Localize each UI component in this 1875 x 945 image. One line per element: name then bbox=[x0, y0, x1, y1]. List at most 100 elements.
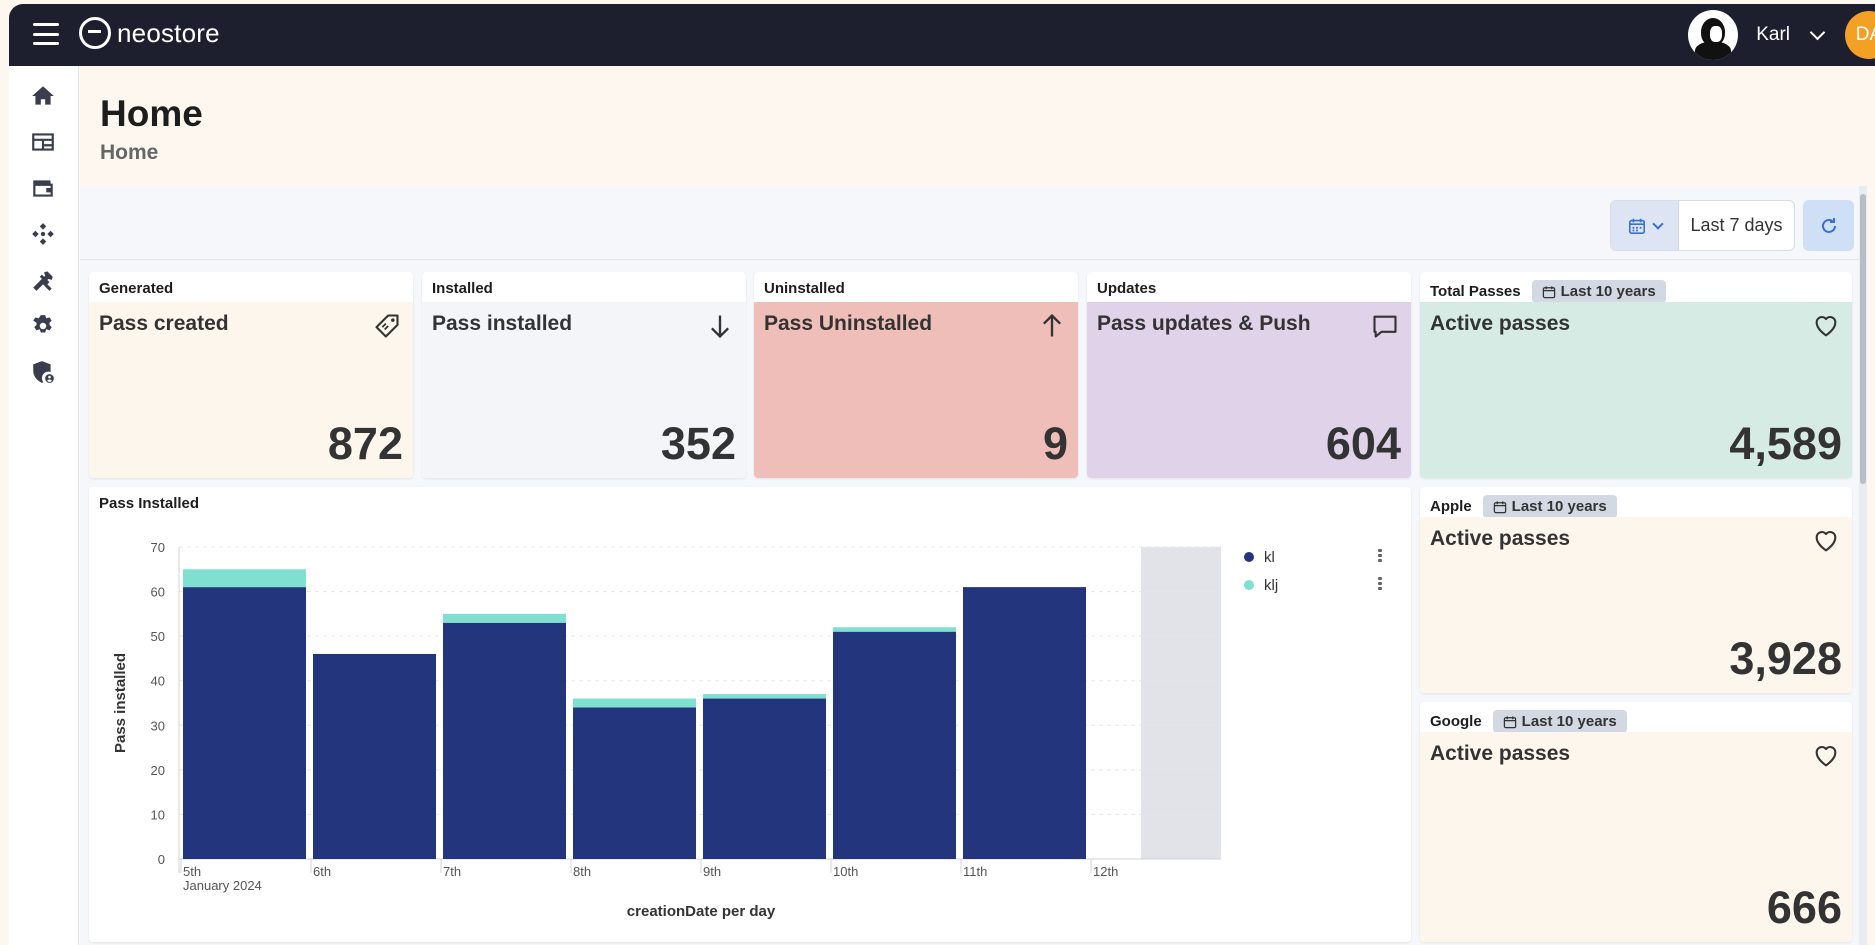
bar-kl-11th bbox=[963, 587, 1086, 859]
card-body[interactable]: Pass Uninstalled 9 bbox=[754, 302, 1078, 478]
card-value: 3,928 bbox=[1729, 633, 1842, 684]
period-badge: Last 10 years bbox=[1492, 710, 1627, 733]
bar-kl-8th bbox=[573, 707, 696, 859]
card-body[interactable]: Active passes 3,928 bbox=[1420, 517, 1852, 693]
bar-kl-7th bbox=[443, 622, 566, 859]
x-tick-label: 8th bbox=[573, 864, 591, 879]
card-value: 604 bbox=[1325, 418, 1401, 469]
tools-icon[interactable] bbox=[29, 266, 57, 294]
app-name: neostore bbox=[117, 17, 220, 48]
calendar-icon bbox=[1493, 500, 1506, 513]
dashboard-icon[interactable] bbox=[29, 128, 57, 156]
message-icon bbox=[1371, 312, 1399, 340]
security-icon[interactable] bbox=[29, 358, 57, 386]
heart-icon bbox=[1812, 527, 1840, 555]
card-body[interactable]: Active passes 4,589 bbox=[1420, 302, 1852, 478]
legend-label: klj bbox=[1264, 576, 1279, 594]
bar-klj-5th bbox=[183, 569, 306, 588]
legend-item-klj[interactable]: klj bbox=[1244, 571, 1278, 599]
menu-icon[interactable] bbox=[33, 23, 59, 45]
date-range-value[interactable]: Last 7 days bbox=[1679, 201, 1794, 250]
card-label-text: Google bbox=[1430, 713, 1482, 730]
period-badge-text: Last 10 years bbox=[1521, 713, 1617, 730]
bar-klj-10th bbox=[833, 627, 956, 632]
chart-canvas: 0 10 20 30 40 50 60 70 5th 6th 7th 8th 9th 10th 11th 12… bbox=[112, 540, 1221, 920]
card-body[interactable]: Pass updates & Push 604 bbox=[1087, 302, 1411, 478]
calendar-icon bbox=[1503, 715, 1516, 728]
bar-kl-10th bbox=[833, 631, 956, 859]
pass-installed-chart: Pass Installed 0 10 20 30 40 50 60 70 5th 6th 7th 8… bbox=[89, 487, 1411, 942]
top-bar: neostore Karl DA bbox=[9, 4, 1875, 66]
card-label: Apple Last 10 years bbox=[1430, 495, 1617, 518]
legend-swatch bbox=[1244, 580, 1254, 590]
y-tick-label: 0 bbox=[158, 852, 165, 867]
tag-icon bbox=[373, 312, 401, 340]
card-value: 4,589 bbox=[1729, 418, 1842, 469]
legend-options-icon[interactable] bbox=[1378, 577, 1382, 592]
bar-kl-6th bbox=[313, 653, 436, 859]
calendar-dropdown-button[interactable] bbox=[1611, 201, 1679, 250]
card-value: 872 bbox=[327, 418, 403, 469]
home-icon[interactable] bbox=[29, 82, 57, 110]
stat-card-uninstalled: Uninstalled Pass Uninstalled 9 bbox=[754, 272, 1078, 478]
settings-icon[interactable] bbox=[29, 312, 57, 340]
org-badge[interactable]: DA bbox=[1845, 11, 1875, 59]
card-title: Active passes bbox=[1430, 527, 1571, 550]
y-tick-label: 60 bbox=[151, 585, 165, 600]
y-tick-label: 40 bbox=[151, 674, 165, 689]
bar-kl-5th bbox=[183, 587, 306, 859]
integrations-icon[interactable] bbox=[29, 220, 57, 248]
calendar-icon bbox=[1542, 285, 1555, 298]
bar-kl-9th bbox=[703, 698, 826, 859]
refresh-icon bbox=[1821, 217, 1836, 233]
date-range-picker[interactable]: Last 7 days bbox=[1610, 200, 1795, 251]
app-logo[interactable]: neostore bbox=[79, 17, 220, 49]
current-period-region bbox=[1141, 547, 1221, 859]
x-tick-label: 12th bbox=[1093, 864, 1118, 879]
card-value: 666 bbox=[1766, 882, 1842, 933]
stat-card-installed: Installed Pass installed 352 bbox=[422, 272, 746, 478]
card-title: Active passes bbox=[1430, 312, 1571, 335]
avatar[interactable] bbox=[1688, 10, 1739, 60]
page-header: Home Home bbox=[80, 66, 1875, 186]
card-body[interactable]: Pass created 872 bbox=[89, 302, 413, 478]
card-title: Pass created bbox=[99, 312, 229, 335]
x-tick-label: 11th bbox=[963, 864, 987, 879]
y-tick-label: 50 bbox=[151, 629, 165, 644]
wallet-icon[interactable] bbox=[29, 174, 57, 202]
apple-passes-card: Apple Last 10 years Active passes 3,928 bbox=[1420, 487, 1852, 693]
y-axis-title: Pass installed bbox=[112, 653, 129, 753]
chart-legend: kl klj bbox=[1244, 543, 1278, 599]
x-axis-title: creationDate per day bbox=[627, 903, 776, 920]
x-tick-sublabel: January 2024 bbox=[183, 878, 262, 893]
card-value: 9 bbox=[1042, 418, 1068, 469]
card-label: Uninstalled bbox=[764, 280, 845, 297]
heart-icon bbox=[1812, 742, 1840, 770]
bar-klj-7th bbox=[443, 613, 566, 623]
legend-item-kl[interactable]: kl bbox=[1244, 543, 1278, 571]
legend-options-icon[interactable] bbox=[1378, 549, 1382, 564]
user-name[interactable]: Karl bbox=[1756, 24, 1790, 46]
card-body[interactable]: Pass installed 352 bbox=[422, 302, 746, 478]
breadcrumb[interactable]: Home bbox=[100, 141, 158, 165]
chevron-down-icon bbox=[1651, 217, 1664, 230]
card-value: 352 bbox=[660, 418, 736, 469]
logo-icon bbox=[79, 17, 111, 49]
card-label-text: Apple bbox=[1430, 498, 1472, 515]
legend-swatch bbox=[1244, 552, 1254, 562]
refresh-button[interactable] bbox=[1803, 200, 1854, 251]
stat-card-generated: Generated Pass created 872 bbox=[89, 272, 413, 478]
stat-card-updates: Updates Pass updates & Push 604 bbox=[1087, 272, 1411, 478]
x-tick-label: 9th bbox=[703, 864, 721, 879]
scrollbar[interactable] bbox=[1859, 186, 1867, 945]
x-tick-label: 10th bbox=[833, 864, 858, 879]
y-tick-label: 30 bbox=[151, 718, 165, 733]
card-body[interactable]: Active passes 666 bbox=[1420, 732, 1852, 942]
page-title: Home bbox=[100, 93, 203, 134]
card-label: Generated bbox=[99, 280, 174, 297]
y-tick-label: 10 bbox=[151, 807, 165, 822]
card-label: Google Last 10 years bbox=[1430, 710, 1627, 733]
chevron-down-icon[interactable] bbox=[1809, 24, 1826, 40]
user-menu[interactable]: Karl DA bbox=[1688, 10, 1875, 60]
arrow-up-icon bbox=[1038, 312, 1066, 340]
